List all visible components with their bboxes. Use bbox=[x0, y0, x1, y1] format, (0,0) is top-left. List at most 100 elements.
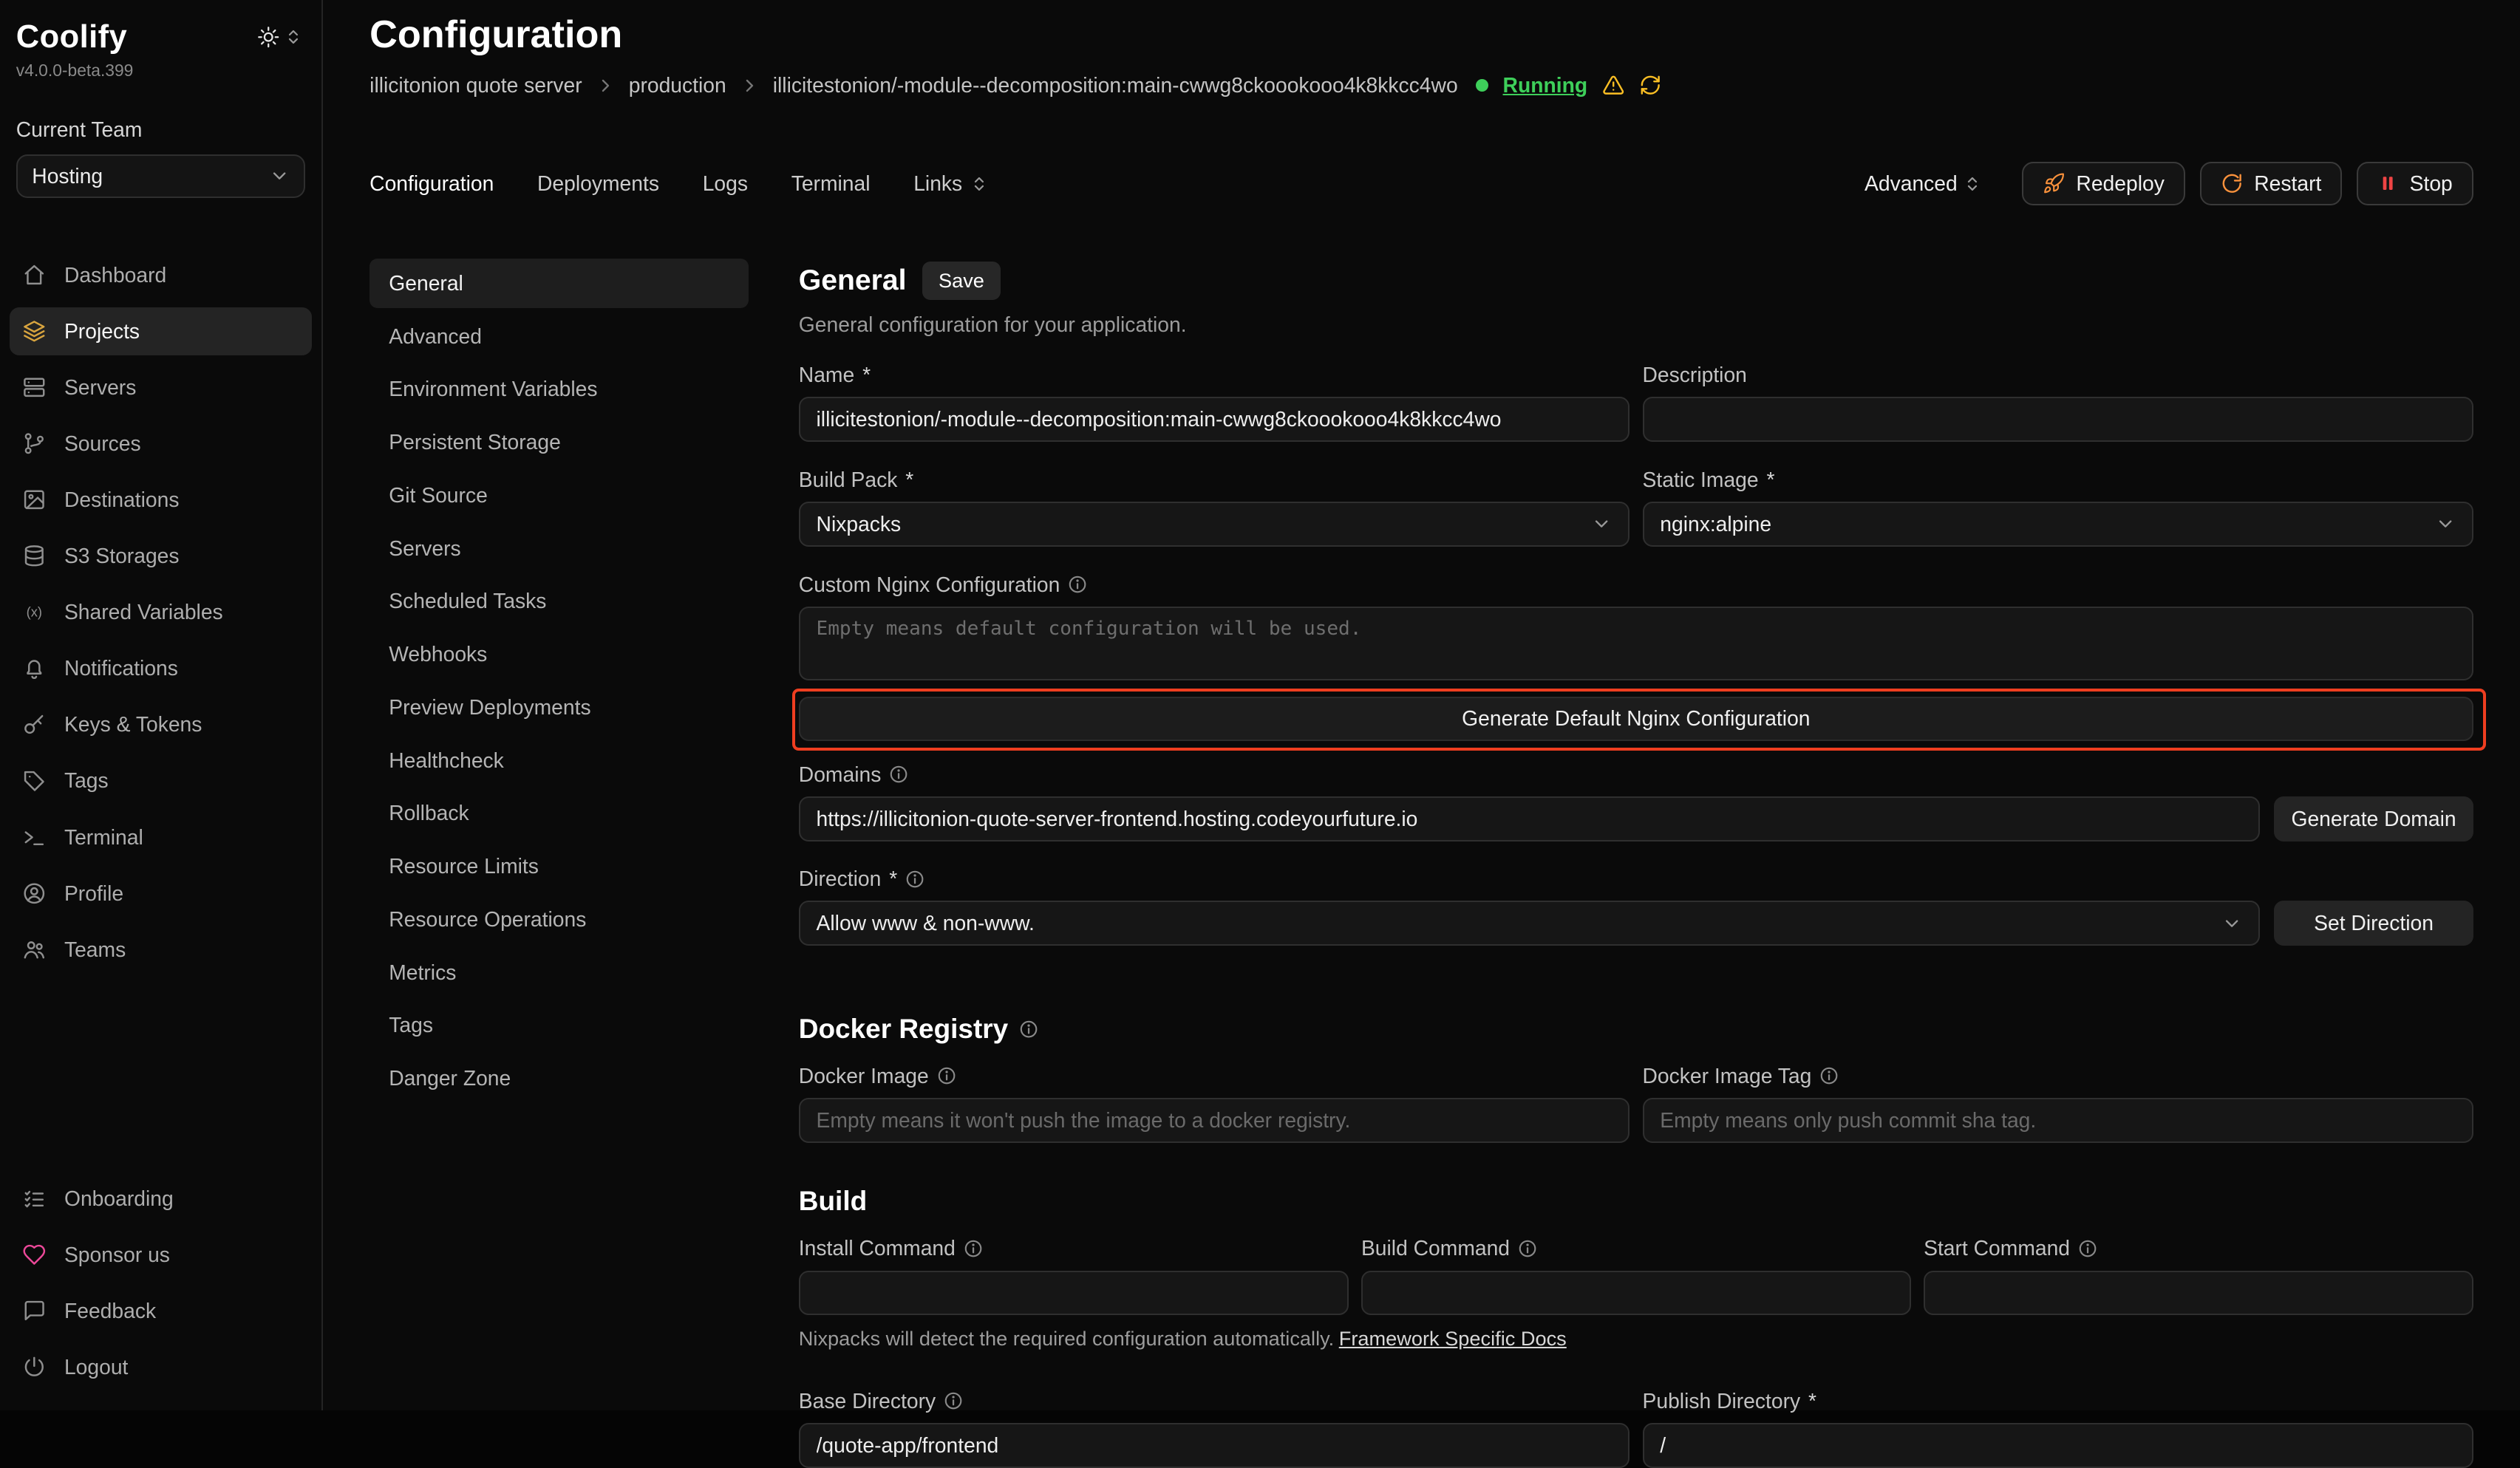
generate-nginx-button[interactable]: Generate Default Nginx Configuration bbox=[799, 697, 2473, 742]
direction-select[interactable]: Allow www & non-www. bbox=[799, 901, 2260, 946]
status-running-link[interactable]: Running bbox=[1503, 73, 1588, 98]
tab-links[interactable]: Links bbox=[913, 171, 988, 196]
checklist-icon bbox=[22, 1187, 47, 1211]
warning-icon bbox=[1602, 74, 1624, 96]
variable-icon: (x) bbox=[22, 600, 47, 624]
sidebar-item-dashboard[interactable]: Dashboard bbox=[10, 250, 312, 298]
power-icon bbox=[22, 1355, 47, 1379]
breadcrumb-application[interactable]: illicitestonion/-module--decomposition:m… bbox=[773, 73, 1458, 98]
docker-registry-title: Docker Registry bbox=[799, 1014, 2473, 1045]
nginx-config-label: Custom Nginx Configuration bbox=[799, 573, 2473, 597]
subnav-item-general[interactable]: General bbox=[370, 259, 749, 308]
sidebar-item-servers[interactable]: Servers bbox=[10, 363, 312, 412]
tab-deployments[interactable]: Deployments bbox=[537, 171, 659, 196]
tag-icon bbox=[22, 769, 47, 793]
static-image-select[interactable]: nginx:alpine bbox=[1643, 502, 2473, 547]
chevron-updown-icon bbox=[1964, 175, 1981, 193]
restart-button[interactable]: Restart bbox=[2200, 162, 2343, 205]
sidebar-item-keys-tokens[interactable]: Keys & Tokens bbox=[10, 700, 312, 748]
docker-image-label: Docker Image bbox=[799, 1064, 1630, 1088]
subnav-item-tags[interactable]: Tags bbox=[370, 1000, 749, 1050]
domains-input[interactable] bbox=[799, 796, 2260, 841]
subnav-item-rollback[interactable]: Rollback bbox=[370, 788, 749, 838]
info-icon bbox=[905, 870, 924, 889]
sidebar-item-projects[interactable]: Projects bbox=[10, 307, 312, 355]
breadcrumb-project[interactable]: illicitonion quote server bbox=[370, 73, 582, 98]
team-select[interactable]: Hosting bbox=[16, 154, 306, 198]
sidebar-item-teams[interactable]: Teams bbox=[10, 926, 312, 974]
set-direction-button[interactable]: Set Direction bbox=[2274, 901, 2473, 946]
publish-directory-input[interactable] bbox=[1643, 1423, 2473, 1468]
users-icon bbox=[22, 938, 47, 962]
sidebar-item-profile[interactable]: Profile bbox=[10, 870, 312, 918]
subnav-item-git-source[interactable]: Git Source bbox=[370, 471, 749, 520]
build-pack-select[interactable]: Nixpacks bbox=[799, 502, 1630, 547]
advanced-menu[interactable]: Advanced bbox=[1865, 171, 1981, 196]
base-directory-input[interactable] bbox=[799, 1423, 1630, 1468]
bell-icon bbox=[22, 656, 47, 680]
sidebar-item-sources[interactable]: Sources bbox=[10, 420, 312, 468]
docker-image-input[interactable] bbox=[799, 1098, 1630, 1143]
subnav-item-persistent-storage[interactable]: Persistent Storage bbox=[370, 417, 749, 467]
sidebar-item-terminal[interactable]: Terminal bbox=[10, 813, 312, 861]
framework-docs-link[interactable]: Framework Specific Docs bbox=[1339, 1327, 1567, 1350]
general-section-title: General bbox=[799, 264, 907, 297]
chevron-right-icon bbox=[596, 77, 614, 95]
tab-logs[interactable]: Logs bbox=[703, 171, 748, 196]
generate-domain-button[interactable]: Generate Domain bbox=[2274, 796, 2473, 841]
info-icon bbox=[1518, 1239, 1537, 1258]
team-select-value: Hosting bbox=[32, 164, 103, 188]
user-circle-icon bbox=[22, 881, 47, 906]
content-area: General Advanced Environment Variables P… bbox=[370, 259, 2473, 1411]
subnav-item-preview-deployments[interactable]: Preview Deployments bbox=[370, 683, 749, 732]
sidebar-item-logout[interactable]: Logout bbox=[10, 1343, 312, 1391]
subnav-item-resource-operations[interactable]: Resource Operations bbox=[370, 895, 749, 944]
chevron-down-icon bbox=[2221, 913, 2242, 934]
subnav-item-scheduled-tasks[interactable]: Scheduled Tasks bbox=[370, 576, 749, 626]
build-command-input[interactable] bbox=[1361, 1271, 1911, 1316]
sidebar-item-sponsor-us[interactable]: Sponsor us bbox=[10, 1231, 312, 1279]
subnav-item-environment-variables[interactable]: Environment Variables bbox=[370, 364, 749, 414]
restart-icon bbox=[2221, 172, 2243, 194]
sidebar-item-destinations[interactable]: Destinations bbox=[10, 476, 312, 524]
breadcrumb-environment[interactable]: production bbox=[629, 73, 726, 98]
redeploy-button[interactable]: Redeploy bbox=[2022, 162, 2185, 205]
start-command-input[interactable] bbox=[1924, 1271, 2473, 1316]
subnav-item-webhooks[interactable]: Webhooks bbox=[370, 629, 749, 679]
sidebar-item-feedback[interactable]: Feedback bbox=[10, 1287, 312, 1335]
info-icon bbox=[889, 765, 908, 784]
name-input[interactable] bbox=[799, 397, 1630, 442]
settings-subnav: General Advanced Environment Variables P… bbox=[370, 259, 749, 1411]
tab-terminal[interactable]: Terminal bbox=[791, 171, 871, 196]
docker-image-tag-input[interactable] bbox=[1643, 1098, 2473, 1143]
app-window: Coolify v4.0.0-beta.399 Current Team Hos… bbox=[0, 0, 2520, 1410]
subnav-item-servers[interactable]: Servers bbox=[370, 523, 749, 573]
chevron-updown-icon bbox=[285, 28, 302, 46]
subnav-item-danger-zone[interactable]: Danger Zone bbox=[370, 1054, 749, 1103]
subnav-item-metrics[interactable]: Metrics bbox=[370, 947, 749, 997]
sidebar-item-notifications[interactable]: Notifications bbox=[10, 644, 312, 692]
sidebar-item-onboarding[interactable]: Onboarding bbox=[10, 1175, 312, 1223]
save-button[interactable]: Save bbox=[922, 262, 1000, 300]
info-icon bbox=[2078, 1239, 2097, 1258]
description-input[interactable] bbox=[1643, 397, 2473, 442]
stop-button[interactable]: Stop bbox=[2357, 162, 2473, 205]
subnav-item-advanced[interactable]: Advanced bbox=[370, 311, 749, 361]
rocket-icon bbox=[2043, 172, 2065, 194]
key-icon bbox=[22, 713, 47, 737]
sidebar-item-shared-variables[interactable]: (x) Shared Variables bbox=[10, 588, 312, 636]
sidebar-item-tags[interactable]: Tags bbox=[10, 757, 312, 805]
theme-switcher[interactable] bbox=[257, 26, 302, 48]
build-section-title: Build bbox=[799, 1186, 2473, 1217]
brand-row: Coolify bbox=[0, 19, 321, 55]
nginx-config-textarea[interactable] bbox=[799, 607, 2473, 680]
sidebar-item-s3-storages[interactable]: S3 Storages bbox=[10, 532, 312, 580]
tab-configuration[interactable]: Configuration bbox=[370, 171, 494, 196]
subnav-item-resource-limits[interactable]: Resource Limits bbox=[370, 841, 749, 891]
install-command-input[interactable] bbox=[799, 1271, 1349, 1316]
server-icon bbox=[22, 375, 47, 400]
refresh-icon[interactable] bbox=[1639, 74, 1661, 96]
info-icon bbox=[937, 1066, 956, 1085]
database-icon bbox=[22, 544, 47, 568]
subnav-item-healthcheck[interactable]: Healthcheck bbox=[370, 735, 749, 785]
